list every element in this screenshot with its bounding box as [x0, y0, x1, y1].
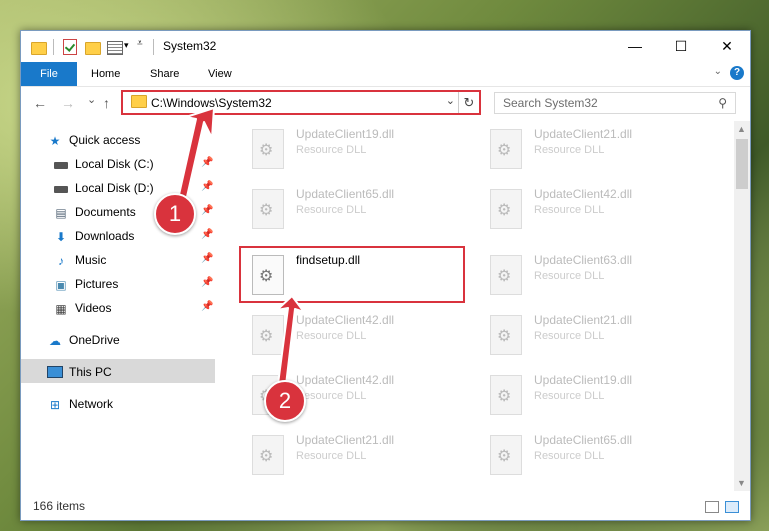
callout-2: 2 [264, 380, 306, 422]
callout-1: 1 [154, 193, 196, 235]
arrow-to-file [276, 295, 305, 386]
annotation-arrows [175, 107, 305, 386]
